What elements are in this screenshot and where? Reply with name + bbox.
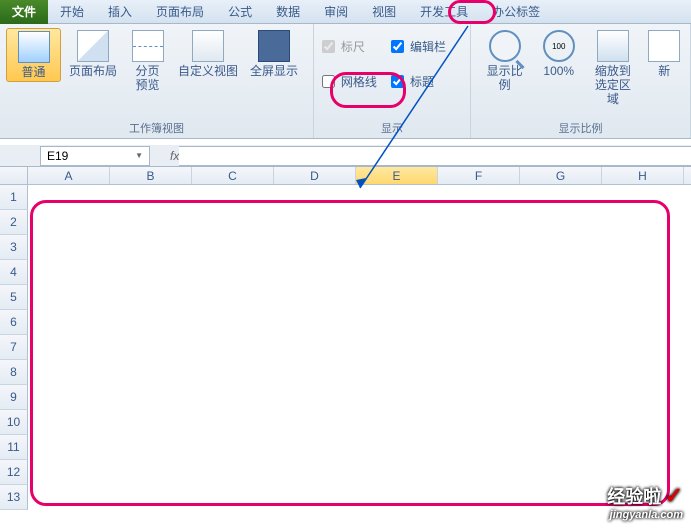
row-header[interactable]: 2: [0, 210, 28, 235]
zoom-100-button[interactable]: 100 100%: [536, 28, 581, 80]
column-headers: A B C D E F G H: [0, 167, 691, 185]
ribbon: 普通 页面布局 分页 预览 自定义视图 全屏显示 工作簿视图: [0, 24, 691, 139]
watermark: 经验啦 ✓ jingyanla.com: [607, 483, 683, 521]
zoom-icon: [489, 30, 521, 62]
row-header[interactable]: 9: [0, 385, 28, 410]
normal-view-icon: [18, 31, 50, 63]
col-header-c[interactable]: C: [192, 167, 274, 184]
headings-checkbox-input[interactable]: [391, 75, 404, 88]
col-header-d[interactable]: D: [274, 167, 356, 184]
formula-bar: E19 ▼ fx: [0, 145, 691, 167]
cells-row[interactable]: [28, 260, 691, 285]
group-label-zoom: 显示比例: [477, 118, 684, 138]
page-layout-button[interactable]: 页面布局: [65, 28, 121, 80]
cells-row[interactable]: [28, 485, 691, 510]
row-header[interactable]: 7: [0, 335, 28, 360]
name-box-value: E19: [47, 149, 68, 163]
col-header-e[interactable]: E: [356, 167, 438, 184]
row-header[interactable]: 3: [0, 235, 28, 260]
fx-label[interactable]: fx: [170, 149, 179, 163]
tab-office-tab[interactable]: 办公标签: [480, 0, 552, 24]
rows-container: 1 2 3 4 5 6 7 8 9 10 11 12 13: [0, 185, 691, 510]
tab-formulas[interactable]: 公式: [216, 0, 264, 24]
gridlines-checkbox-input[interactable]: [322, 75, 335, 88]
tab-developer[interactable]: 开发工具: [408, 0, 480, 24]
cells-row[interactable]: [28, 460, 691, 485]
tab-insert[interactable]: 插入: [96, 0, 144, 24]
col-header-h[interactable]: H: [602, 167, 684, 184]
ribbon-group-show: 标尺 网格线 编辑栏 标题: [314, 24, 471, 138]
headings-checkbox[interactable]: 标题: [389, 71, 448, 92]
row-header[interactable]: 6: [0, 310, 28, 335]
spreadsheet: A B C D E F G H 1 2 3 4 5 6 7 8 9 10 11 …: [0, 167, 691, 510]
tab-view[interactable]: 视图: [360, 0, 408, 24]
cells-row[interactable]: [28, 335, 691, 360]
page-layout-icon: [77, 30, 109, 62]
normal-view-button[interactable]: 普通: [6, 28, 61, 82]
menu-bar: 文件 开始 插入 页面布局 公式 数据 审阅 视图 开发工具 办公标签: [0, 0, 691, 24]
group-label-show: 显示: [320, 118, 464, 138]
cells-row[interactable]: [28, 360, 691, 385]
ribbon-group-zoom: 显示比例 100 100% 缩放到 选定区域 新 显示比例: [471, 24, 691, 138]
col-header-f[interactable]: F: [438, 167, 520, 184]
zoom-100-icon: 100: [543, 30, 575, 62]
zoom-button[interactable]: 显示比例: [477, 28, 532, 94]
tab-review[interactable]: 审阅: [312, 0, 360, 24]
formula-bar-checkbox-input[interactable]: [391, 40, 404, 53]
cells-row[interactable]: [28, 310, 691, 335]
cells-row[interactable]: [28, 185, 691, 210]
row-header[interactable]: 4: [0, 260, 28, 285]
zoom-selection-icon: [597, 30, 629, 62]
watermark-text: 经验啦: [607, 487, 661, 507]
page-break-preview-button[interactable]: 分页 预览: [125, 28, 170, 94]
tab-page-layout[interactable]: 页面布局: [144, 0, 216, 24]
cells-row[interactable]: [28, 410, 691, 435]
cells-row[interactable]: [28, 385, 691, 410]
formula-input[interactable]: [179, 146, 691, 166]
row-header[interactable]: 5: [0, 285, 28, 310]
name-box[interactable]: E19 ▼: [40, 146, 150, 166]
page-break-icon: [132, 30, 164, 62]
tab-home[interactable]: 开始: [48, 0, 96, 24]
watermark-check-icon: ✓: [665, 483, 683, 508]
col-header-g[interactable]: G: [520, 167, 602, 184]
col-header-a[interactable]: A: [28, 167, 110, 184]
cells-row[interactable]: [28, 435, 691, 460]
new-window-button[interactable]: 新: [645, 28, 685, 80]
select-all-corner[interactable]: [0, 167, 28, 184]
row-header[interactable]: 12: [0, 460, 28, 485]
row-header[interactable]: 11: [0, 435, 28, 460]
tab-data[interactable]: 数据: [264, 0, 312, 24]
watermark-url: jingyanla.com: [607, 509, 683, 521]
ribbon-group-workbook-views: 普通 页面布局 分页 预览 自定义视图 全屏显示 工作簿视图: [0, 24, 314, 138]
new-window-icon: [648, 30, 680, 62]
ruler-checkbox-input[interactable]: [322, 40, 335, 53]
group-label-workbook-views: 工作簿视图: [6, 118, 307, 138]
col-header-b[interactable]: B: [110, 167, 192, 184]
row-header[interactable]: 1: [0, 185, 28, 210]
name-box-dropdown-icon[interactable]: ▼: [135, 151, 143, 160]
cells-row[interactable]: [28, 210, 691, 235]
custom-views-button[interactable]: 自定义视图: [174, 28, 242, 80]
gridlines-checkbox[interactable]: 网格线: [320, 71, 379, 92]
zoom-to-selection-button[interactable]: 缩放到 选定区域: [585, 28, 640, 108]
row-header[interactable]: 13: [0, 485, 28, 510]
row-header[interactable]: 8: [0, 360, 28, 385]
ruler-checkbox[interactable]: 标尺: [320, 36, 379, 57]
tab-file[interactable]: 文件: [0, 0, 48, 24]
cells-row[interactable]: [28, 235, 691, 260]
cells-row[interactable]: [28, 285, 691, 310]
formula-bar-checkbox[interactable]: 编辑栏: [389, 36, 448, 57]
full-screen-icon: [258, 30, 290, 62]
full-screen-button[interactable]: 全屏显示: [246, 28, 302, 80]
custom-views-icon: [192, 30, 224, 62]
row-header[interactable]: 10: [0, 410, 28, 435]
